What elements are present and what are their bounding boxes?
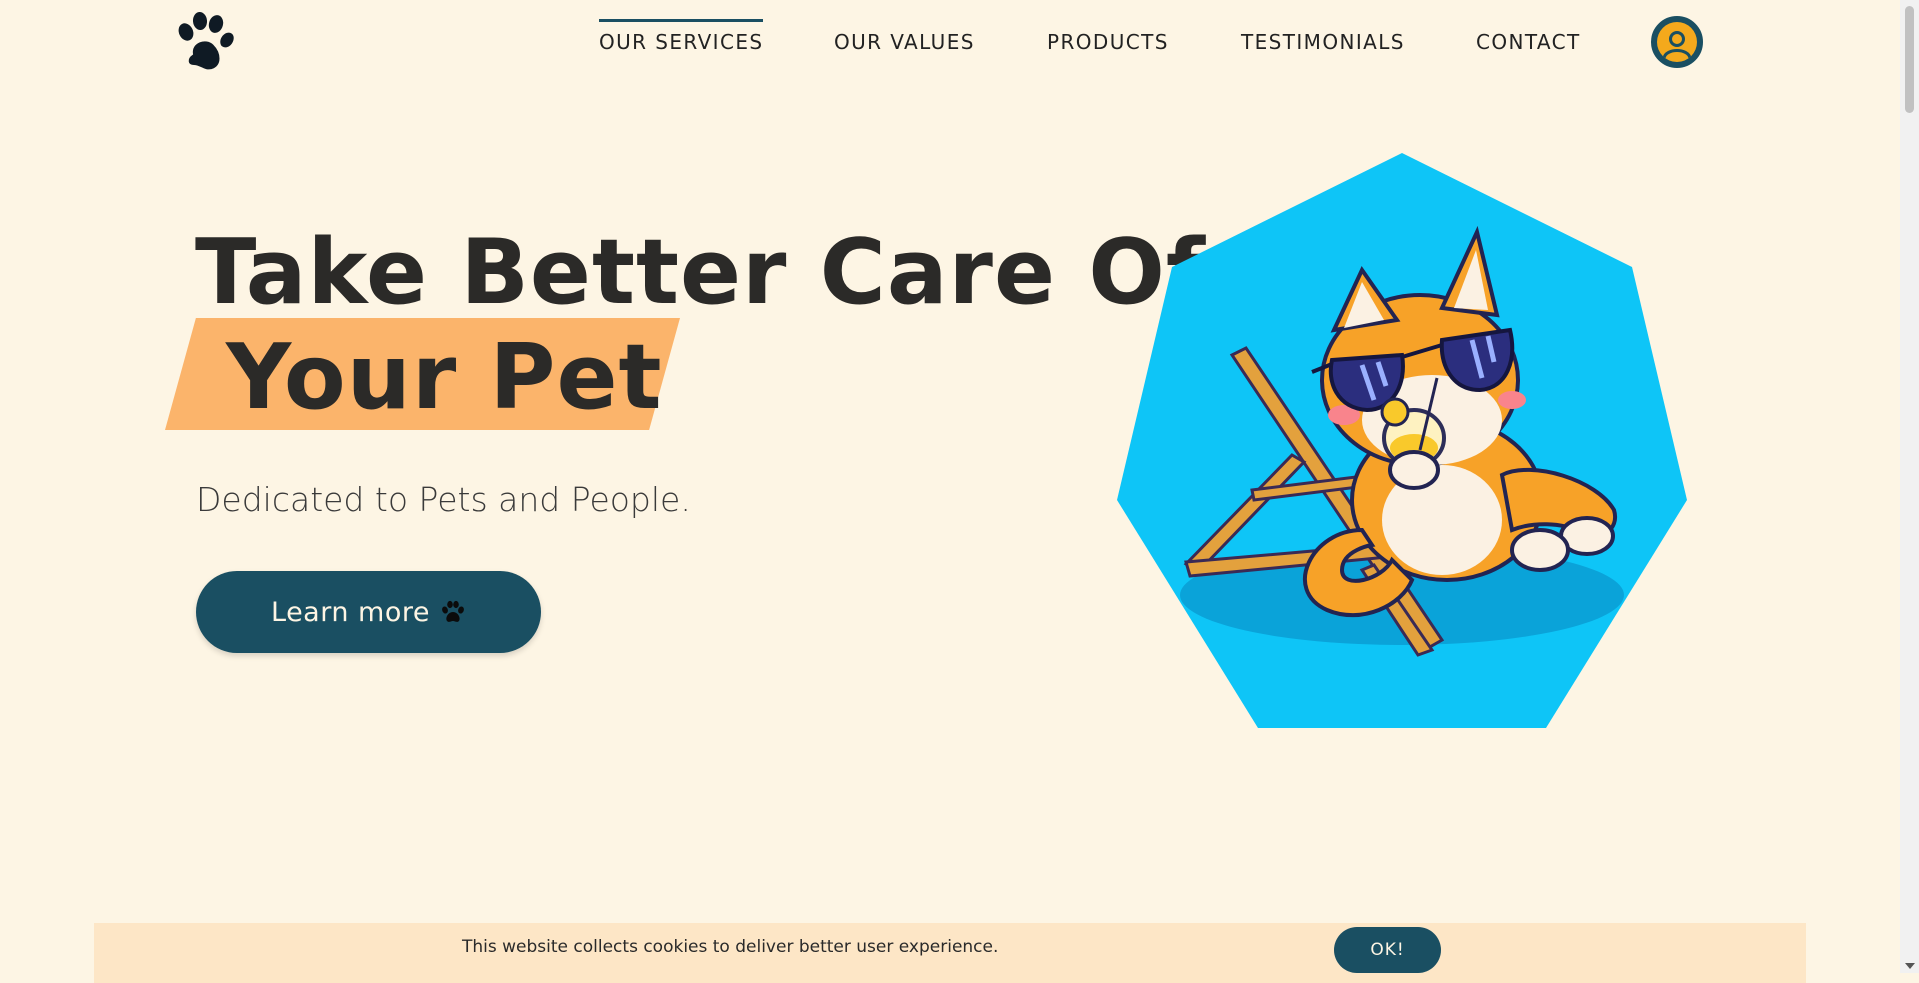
hero-illustration bbox=[1112, 150, 1692, 730]
hero-title-line1: Take Better Care Of bbox=[195, 220, 1206, 325]
learn-more-button[interactable]: Learn more bbox=[196, 571, 541, 653]
page-scrollbar[interactable] bbox=[1900, 0, 1919, 973]
hero-title-line2: Your Pet bbox=[226, 325, 663, 430]
cookie-ok-button[interactable]: OK! bbox=[1334, 927, 1441, 973]
cookie-banner-text: This website collects cookies to deliver… bbox=[462, 937, 999, 957]
user-icon bbox=[1662, 31, 1692, 59]
paw-icon bbox=[442, 600, 464, 622]
nav-our-services[interactable]: OUR SERVICES bbox=[599, 19, 764, 54]
nav-contact[interactable]: CONTACT bbox=[1476, 30, 1581, 54]
main-nav: OUR SERVICES OUR VALUES PRODUCTS TESTIMO… bbox=[0, 0, 1900, 90]
learn-more-label: Learn more bbox=[271, 596, 430, 628]
shiba-dog-on-beach-chair-illustration bbox=[1117, 153, 1687, 728]
scroll-down-arrow-icon[interactable] bbox=[1905, 963, 1915, 969]
hero-tagline: Dedicated to Pets and People. bbox=[196, 480, 691, 519]
user-account-button[interactable] bbox=[1651, 16, 1703, 68]
cookie-banner: This website collects cookies to deliver… bbox=[94, 923, 1806, 983]
nav-our-values[interactable]: OUR VALUES bbox=[834, 30, 975, 54]
nav-products[interactable]: PRODUCTS bbox=[1047, 30, 1169, 54]
scrollbar-thumb[interactable] bbox=[1905, 6, 1914, 113]
nav-testimonials[interactable]: TESTIMONIALS bbox=[1241, 30, 1405, 54]
